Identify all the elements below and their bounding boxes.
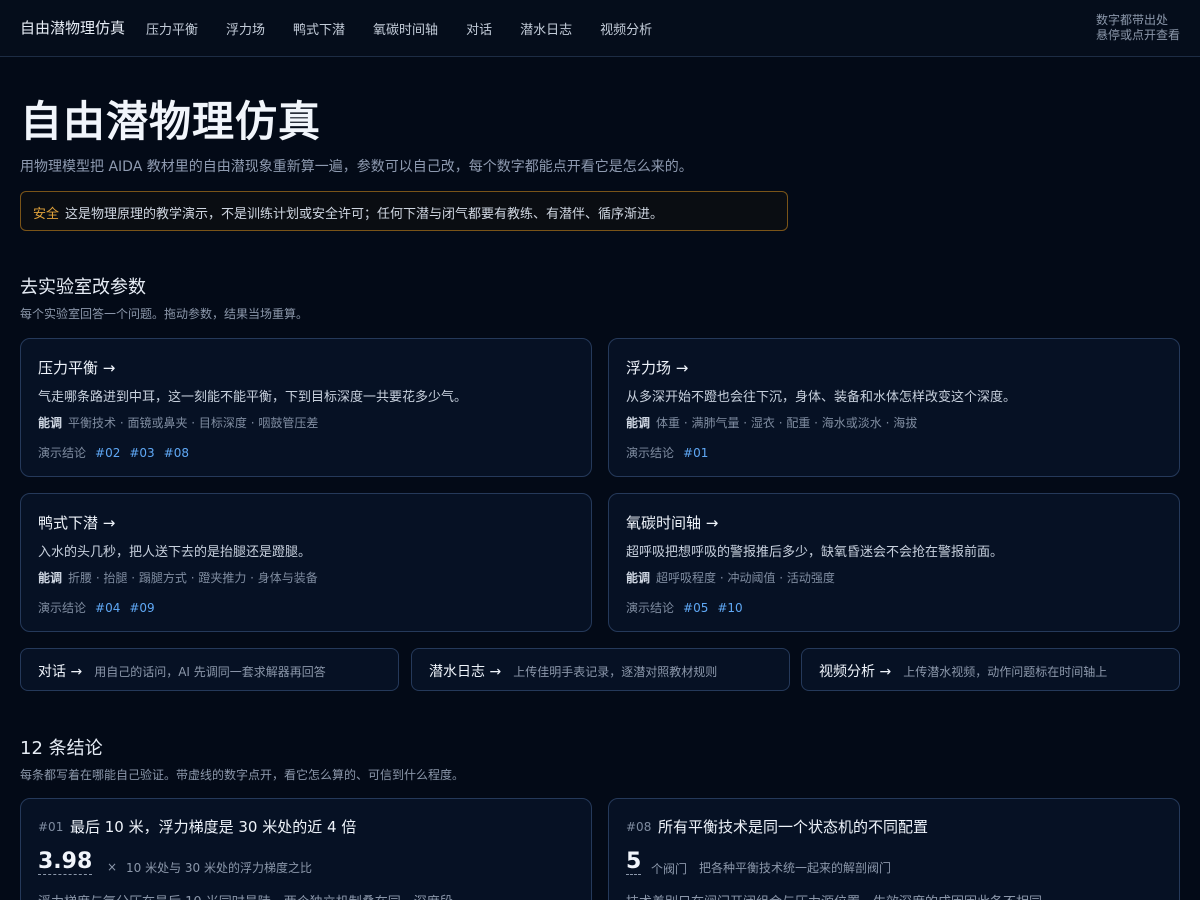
labs-subtitle: 每个实验室回答一个问题。拖动参数，结果当场重算。 — [20, 307, 309, 321]
lab-card-title: 鸭式下潜 → — [38, 514, 116, 532]
nav-link-video[interactable]: 视频分析 — [600, 19, 652, 38]
conclusion-label: 演示结论 — [38, 601, 87, 615]
lab-card-title: 压力平衡 → — [38, 359, 116, 377]
param-label: 能调 — [38, 416, 63, 430]
conclusion-label: 演示结论 — [38, 446, 87, 460]
conclusion-note: 把各种平衡技术统一起来的解剖阀门 — [699, 861, 892, 875]
conclusion-desc: 浮力梯度与氧分压在最后 10 米同时最陡，两个独立机制叠在同一深度段 — [38, 891, 453, 900]
lab-card-params: 能调 超呼吸程度 · 冲动阈值 · 活动强度 — [626, 569, 835, 586]
mini-card-title: 对话 → — [38, 664, 83, 680]
nav-link-dive-log[interactable]: 潜水日志 — [520, 19, 572, 38]
mini-card-video[interactable]: 视频分析 → 上传潜水视频，动作问题标在时间轴上 — [801, 648, 1180, 691]
conclusion-number: #08 — [626, 820, 652, 834]
lab-card-conclusions: 演示结论 #01 — [626, 444, 708, 461]
param-list: 体重 · 满肺气量 · 湿衣 · 配重 · 海水或淡水 · 海拔 — [656, 416, 918, 430]
conclusion-label: 演示结论 — [626, 601, 675, 615]
nav-link-chat[interactable]: 对话 — [466, 19, 492, 38]
conclusion-ref[interactable]: #03 — [129, 446, 154, 460]
mini-card-dive-log[interactable]: 潜水日志 → 上传佳明手表记录，逐潜对照教材规则 — [411, 648, 790, 691]
conclusions-title: 12 条结论 — [20, 738, 103, 759]
conclusion-label: 演示结论 — [626, 446, 675, 460]
lab-card-desc: 气走哪条路进到中耳，这一刻能不能平衡，下到目标深度一共要花多少气。 — [38, 390, 468, 405]
conclusion-desc: 技术差别只在阀门开闭组合与压力源位置，生效深度的成因因此各不相同 — [626, 891, 1042, 900]
param-list: 平衡技术 · 面镜或鼻夹 · 目标深度 · 咽鼓管压差 — [68, 416, 319, 430]
conclusion-ref[interactable]: #04 — [95, 601, 120, 615]
conclusion-unit: × — [107, 860, 118, 874]
lab-card-conclusions: 演示结论 #02 #03 #08 — [38, 444, 189, 461]
brand-link[interactable]: 自由潜物理仿真 — [20, 17, 125, 38]
lab-card-desc: 入水的头几秒，把人送下去的是抬腿还是蹬腿。 — [38, 545, 312, 560]
lab-card-o2-co2[interactable]: 氧碳时间轴 → 超呼吸把想呼吸的警报推后多少，缺氧昏迷会不会抢在警报前面。 能调… — [608, 493, 1180, 632]
lab-card-title: 浮力场 → — [626, 359, 689, 377]
safety-tag: 安全 — [33, 207, 60, 222]
lab-card-params: 能调 体重 · 满肺气量 · 湿衣 · 配重 · 海水或淡水 · 海拔 — [626, 414, 917, 431]
mini-card-title: 潜水日志 → — [429, 664, 502, 680]
safety-text: 这是物理原理的教学演示，不是训练计划或安全许可；任何下潜与闭气都要有教练、有潜伴… — [65, 207, 664, 222]
nav-link-o2-co2[interactable]: 氧碳时间轴 — [373, 19, 438, 38]
conclusion-value[interactable]: 5 — [626, 849, 642, 875]
conclusion-note: 10 米处与 30 米处的浮力梯度之比 — [126, 861, 312, 875]
conclusion-value[interactable]: 3.98 — [38, 849, 93, 875]
lab-card-conclusions: 演示结论 #05 #10 — [626, 599, 743, 616]
page-subtitle: 用物理模型把 AIDA 教材里的自由潜现象重新算一遍，参数可以自己改，每个数字都… — [20, 159, 693, 175]
labs-title: 去实验室改参数 — [20, 277, 146, 298]
conclusion-title: 所有平衡技术是同一个状态机的不同配置 — [658, 818, 929, 836]
lab-card-params: 能调 平衡技术 · 面镜或鼻夹 · 目标深度 · 咽鼓管压差 — [38, 414, 318, 431]
page-title: 自由潜物理仿真 — [20, 97, 322, 146]
nav-hint-line1: 数字都带出处 — [1095, 13, 1168, 27]
conclusions-subtitle: 每条都写着在哪能自己验证。带虚线的数字点开，看它怎么算的、可信到什么程度。 — [20, 768, 465, 782]
conclusion-ref[interactable]: #08 — [164, 446, 189, 460]
nav-hint: 数字都带出处 悬停或点开查看 — [1096, 13, 1180, 43]
conclusion-ref[interactable]: #10 — [717, 601, 742, 615]
conclusion-ref[interactable]: #05 — [683, 601, 708, 615]
conclusion-number: #01 — [38, 820, 64, 834]
conclusion-card-08[interactable]: #08 所有平衡技术是同一个状态机的不同配置 5 个阀门 把各种平衡技术统一起来… — [608, 798, 1180, 900]
nav-hint-line2: 悬停或点开查看 — [1095, 28, 1180, 42]
conclusion-unit: 个阀门 — [651, 862, 688, 876]
param-list: 折腰 · 抬腿 · 蹋腿方式 · 蹬夹推力 · 身体与装备 — [68, 571, 318, 585]
mini-card-desc: 上传佳明手表记录，逐潜对照教材规则 — [513, 665, 718, 679]
nav-link-pressure[interactable]: 压力平衡 — [146, 19, 198, 38]
param-label: 能调 — [38, 571, 63, 585]
param-list: 超呼吸程度 · 冲动阈值 · 活动强度 — [656, 571, 835, 585]
lab-card-pressure[interactable]: 压力平衡 → 气走哪条路进到中耳，这一刻能不能平衡，下到目标深度一共要花多少气。… — [20, 338, 592, 477]
param-label: 能调 — [626, 571, 651, 585]
mini-card-desc: 上传潜水视频，动作问题标在时间轴上 — [903, 665, 1108, 679]
lab-card-duck-dive[interactable]: 鸭式下潜 → 入水的头几秒，把人送下去的是抬腿还是蹬腿。 能调 折腰 · 抬腿 ·… — [20, 493, 592, 632]
lab-card-conclusions: 演示结论 #04 #09 — [38, 599, 155, 616]
conclusion-ref[interactable]: #09 — [129, 601, 154, 615]
mini-card-desc: 用自己的话问，AI 先调同一套求解器再回答 — [94, 665, 326, 679]
mini-card-chat[interactable]: 对话 → 用自己的话问，AI 先调同一套求解器再回答 — [20, 648, 399, 691]
lab-card-params: 能调 折腰 · 抬腿 · 蹋腿方式 · 蹬夹推力 · 身体与装备 — [38, 569, 318, 586]
nav-link-buoyancy[interactable]: 浮力场 — [226, 19, 265, 38]
conclusion-ref[interactable]: #02 — [95, 446, 120, 460]
safety-notice: 安全 这是物理原理的教学演示，不是训练计划或安全许可；任何下潜与闭气都要有教练、有… — [20, 191, 788, 231]
top-nav: 自由潜物理仿真 压力平衡 浮力场 鸭式下潜 氧碳时间轴 对话 潜水日志 视频分析… — [0, 0, 1200, 57]
lab-card-title: 氧碳时间轴 → — [626, 514, 719, 532]
lab-card-desc: 超呼吸把想呼吸的警报推后多少，缺氧昏迷会不会抢在警报前面。 — [626, 545, 1004, 560]
conclusion-ref[interactable]: #01 — [683, 446, 708, 460]
param-label: 能调 — [626, 416, 651, 430]
mini-card-title: 视频分析 → — [819, 664, 892, 680]
conclusion-card-01[interactable]: #01 最后 10 米，浮力梯度是 30 米处的近 4 倍 3.98 × 10 … — [20, 798, 592, 900]
nav-links: 压力平衡 浮力场 鸭式下潜 氧碳时间轴 对话 潜水日志 视频分析 — [146, 19, 652, 38]
conclusion-title: 最后 10 米，浮力梯度是 30 米处的近 4 倍 — [70, 818, 357, 836]
nav-link-duck-dive[interactable]: 鸭式下潜 — [293, 19, 345, 38]
lab-card-desc: 从多深开始不蹬也会往下沉，身体、装备和水体怎样改变这个深度。 — [626, 390, 1017, 405]
lab-card-buoyancy[interactable]: 浮力场 → 从多深开始不蹬也会往下沉，身体、装备和水体怎样改变这个深度。 能调体… — [608, 338, 1180, 477]
